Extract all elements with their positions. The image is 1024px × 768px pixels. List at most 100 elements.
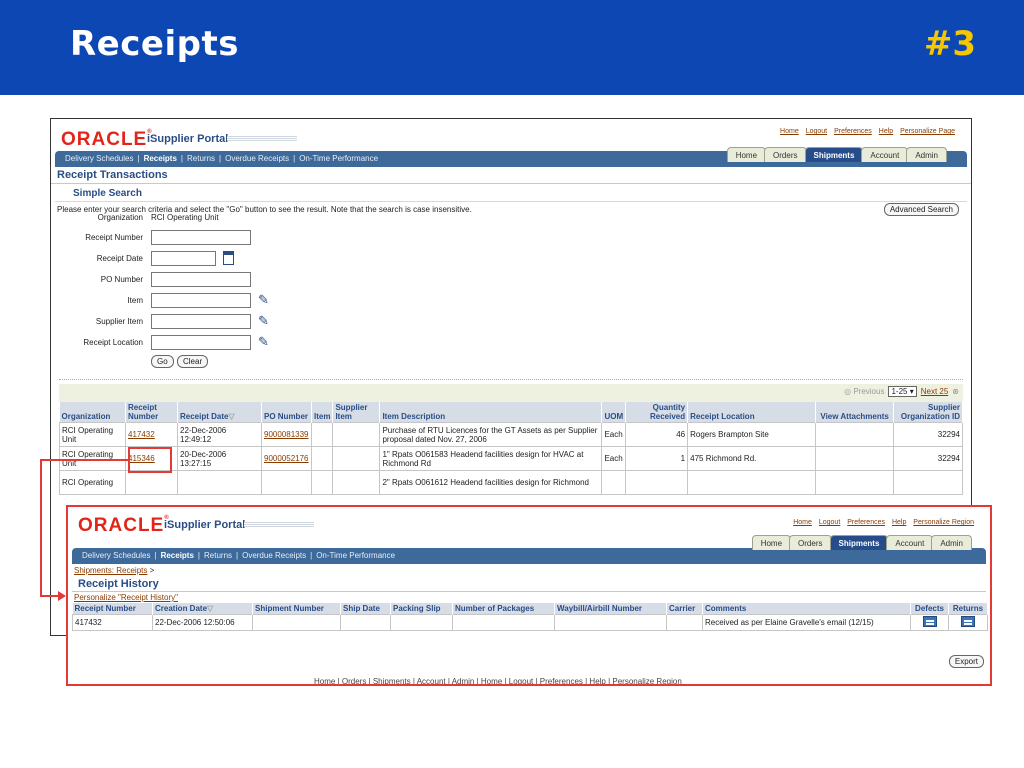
cell-view-attachments <box>815 470 895 495</box>
receipt-location-label: Receipt Location <box>83 338 143 347</box>
subnav-delivery-schedules[interactable]: Delivery Schedules <box>82 551 150 560</box>
col-comments[interactable]: Comments <box>702 603 911 615</box>
cell-packing-slip <box>390 614 453 631</box>
link-help[interactable]: Help <box>892 519 906 526</box>
col-po-number[interactable]: PO Number <box>261 402 312 423</box>
link-personalize-region[interactable]: Personalize Region <box>913 519 974 526</box>
cell-item <box>310 470 334 495</box>
tab-admin[interactable]: Admin <box>931 535 972 550</box>
cell-receipt-number: 417432 <box>72 614 153 631</box>
col-item[interactable]: Item <box>311 402 334 423</box>
cell-shipment-number <box>252 614 341 631</box>
tab-orders[interactable]: Orders <box>789 535 832 550</box>
supplier-item-input[interactable] <box>151 314 251 329</box>
tab-home[interactable]: Home <box>726 147 767 162</box>
calendar-icon[interactable] <box>223 251 234 265</box>
link-logout[interactable]: Logout <box>806 128 827 135</box>
col-supplier-organization-id[interactable]: Supplier Organization ID <box>893 402 963 423</box>
col-uom[interactable]: UOM <box>601 402 627 423</box>
cell-quantity-received: 46 <box>625 422 689 447</box>
subnav-returns[interactable]: Returns <box>204 551 232 560</box>
cell-po-number: 9000052176 <box>261 446 312 471</box>
search-flashlight-icon[interactable]: ✎ <box>258 313 269 329</box>
cell-defects <box>910 614 949 631</box>
link-help[interactable]: Help <box>879 128 893 135</box>
main-tabs: Home Orders Shipments Account Admin <box>726 147 947 162</box>
col-creation-date[interactable]: Creation Date▽ <box>152 603 253 615</box>
breadcrumb: Shipments: Receipts > <box>68 564 990 577</box>
col-quantity-received[interactable]: Quantity Received <box>625 402 689 423</box>
col-item-description[interactable]: Item Description <box>379 402 603 423</box>
tab-orders[interactable]: Orders <box>764 147 807 162</box>
link-preferences[interactable]: Preferences <box>847 519 885 526</box>
col-organization[interactable]: Organization <box>59 402 126 423</box>
tab-admin[interactable]: Admin <box>906 147 947 162</box>
col-packing-slip[interactable]: Packing Slip <box>390 603 453 615</box>
defects-icon[interactable] <box>922 616 937 627</box>
subnav-on-time-performance[interactable]: On-Time Performance <box>316 551 395 560</box>
link-home[interactable]: Home <box>793 519 812 526</box>
search-flashlight-icon[interactable]: ✎ <box>258 334 269 350</box>
subnav-overdue-receipts[interactable]: Overdue Receipts <box>225 154 289 163</box>
po-number-link[interactable]: 9000081339 <box>264 430 309 439</box>
portal-header: ORACLE® iSupplier Portal Home Logout Pre… <box>51 119 971 162</box>
returns-icon[interactable] <box>961 616 975 627</box>
col-carrier[interactable]: Carrier <box>666 603 703 615</box>
next-link[interactable]: Next 25 <box>921 387 949 396</box>
receipt-number-link[interactable]: 417432 <box>128 430 155 439</box>
col-supplier-item[interactable]: Supplier Item <box>332 402 381 423</box>
col-receipt-date[interactable]: Receipt Date▽ <box>177 402 262 423</box>
item-input[interactable] <box>151 293 251 308</box>
table-row: RCI Operating 2" Rpats O061612 Headend fa… <box>59 470 963 495</box>
col-shipment-number[interactable]: Shipment Number <box>252 603 341 615</box>
link-logout[interactable]: Logout <box>819 519 840 526</box>
po-number-label: PO Number <box>100 275 143 284</box>
col-defects[interactable]: Defects <box>910 603 949 615</box>
previous-link[interactable]: ◎ Previous <box>844 387 884 396</box>
col-ship-date[interactable]: Ship Date <box>340 603 391 615</box>
subnav-receipts[interactable]: Receipts <box>161 551 194 560</box>
subnav-receipts[interactable]: Receipts <box>144 154 177 163</box>
po-number-input[interactable] <box>151 272 251 287</box>
subnav-on-time-performance[interactable]: On-Time Performance <box>299 154 378 163</box>
history-header-row: Receipt Number Creation Date▽ Shipment N… <box>72 603 988 615</box>
col-receipt-location[interactable]: Receipt Location <box>687 402 817 423</box>
col-returns[interactable]: Returns <box>948 603 988 615</box>
portal-decoration <box>244 522 314 527</box>
breadcrumb-shipments-receipts[interactable]: Shipments: Receipts <box>74 566 147 575</box>
cell-organization: RCI Operating Unit <box>59 422 126 447</box>
subnav-overdue-receipts[interactable]: Overdue Receipts <box>242 551 306 560</box>
clear-button[interactable]: Clear <box>177 355 209 368</box>
receipt-number-row: Receipt Number <box>51 227 971 248</box>
tab-shipments[interactable]: Shipments <box>804 147 864 162</box>
receipt-location-input[interactable] <box>151 335 251 350</box>
tab-account[interactable]: Account <box>861 147 909 162</box>
link-personalize-page[interactable]: Personalize Page <box>900 128 955 135</box>
range-select[interactable]: 1-25 ▾ <box>888 386 917 397</box>
col-number-of-packages[interactable]: Number of Packages <box>452 603 555 615</box>
po-number-link[interactable]: 9000052176 <box>264 454 309 463</box>
export-button[interactable]: Export <box>948 655 984 668</box>
search-flashlight-icon[interactable]: ✎ <box>258 292 269 308</box>
cell-item-description: Purchase of RTU Licences for the GT Asse… <box>379 422 603 447</box>
col-view-attachments[interactable]: View Attachments <box>815 402 895 423</box>
cell-uom: Each <box>601 446 627 471</box>
tab-shipments[interactable]: Shipments <box>829 535 889 550</box>
link-home[interactable]: Home <box>780 128 799 135</box>
col-receipt-number[interactable]: Receipt Number <box>125 402 178 423</box>
connector-line-top <box>40 459 130 461</box>
tab-home[interactable]: Home <box>751 535 792 550</box>
cell-quantity-received <box>625 470 689 495</box>
cell-po-number: 9000081339 <box>261 422 312 447</box>
subnav-returns[interactable]: Returns <box>187 154 215 163</box>
cell-receipt-date: 22-Dec-2006 12:49:12 <box>177 422 262 447</box>
receipt-date-input[interactable] <box>151 251 216 266</box>
receipt-number-input[interactable] <box>151 230 251 245</box>
subnav-delivery-schedules[interactable]: Delivery Schedules <box>65 154 133 163</box>
col-waybill-airbill-number[interactable]: Waybill/Airbill Number <box>554 603 667 615</box>
go-button[interactable]: Go <box>151 355 174 368</box>
tab-account[interactable]: Account <box>886 535 934 550</box>
col-receipt-number[interactable]: Receipt Number <box>72 603 153 615</box>
personalize-link[interactable]: Personalize "Receipt History" <box>74 593 178 602</box>
link-preferences[interactable]: Preferences <box>834 128 872 135</box>
